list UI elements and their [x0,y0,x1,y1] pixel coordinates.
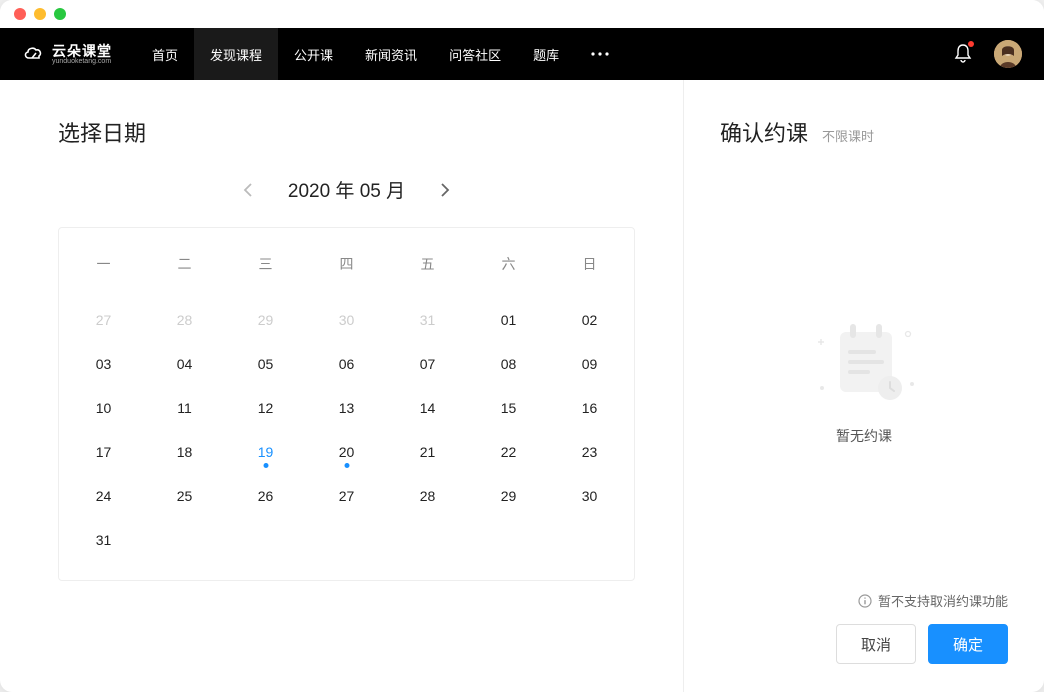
booking-actions: 取消 确定 [720,624,1008,664]
calendar-day[interactable]: 23 [549,430,630,474]
calendar-day[interactable]: 17 [63,430,144,474]
calendar-day[interactable]: 02 [549,298,630,342]
booking-title: 确认约课 [720,116,808,148]
nav-items: 首页发现课程公开课新闻资讯问答社区题库 [136,28,575,80]
nav-item-0[interactable]: 首页 [136,28,194,80]
logo-text-en: yunduoketang.com [52,58,112,65]
logo-text-cn: 云朵课堂 [52,44,112,58]
weekday-header: 一 [63,236,144,298]
booking-empty-state: 暂无约课 [720,172,1008,591]
calendar-day[interactable]: 29 [468,474,549,518]
window-title-bar [0,0,1044,28]
content-area: 选择日期 2020 年 05 月 一二三四五六日2728293031010203… [0,80,1044,692]
logo[interactable]: 云朵课堂 yunduoketang.com [22,42,112,66]
calendar-day[interactable]: 07 [387,342,468,386]
booking-subtitle: 不限课时 [822,126,874,145]
calendar-day[interactable]: 27 [306,474,387,518]
window-maximize-button[interactable] [54,8,66,20]
calendar-day[interactable]: 01 [468,298,549,342]
chevron-right-icon [440,183,450,197]
calendar-day[interactable]: 05 [225,342,306,386]
booking-note-text: 暂不支持取消约课功能 [878,591,1008,610]
prev-month-button[interactable] [236,178,260,202]
weekday-header: 四 [306,236,387,298]
next-month-button[interactable] [433,178,457,202]
calendar-day[interactable]: 22 [468,430,549,474]
calendar-day: 27 [63,298,144,342]
calendar-day[interactable]: 31 [63,518,144,562]
nav-more[interactable] [575,52,625,56]
app-window: 云朵课堂 yunduoketang.com 首页发现课程公开课新闻资讯问答社区题… [0,0,1044,692]
logo-icon [22,42,46,66]
nav-item-2[interactable]: 公开课 [278,28,349,80]
window-close-button[interactable] [14,8,26,20]
calendar-day[interactable]: 21 [387,430,468,474]
calendar-day[interactable]: 19 [225,430,306,474]
info-icon [858,594,872,608]
window-minimize-button[interactable] [34,8,46,20]
empty-illustration [804,318,924,408]
event-dot [263,463,268,468]
calendar-day[interactable]: 04 [144,342,225,386]
top-nav: 云朵课堂 yunduoketang.com 首页发现课程公开课新闻资讯问答社区题… [0,28,1044,80]
calendar-day[interactable]: 08 [468,342,549,386]
user-avatar[interactable] [994,40,1022,68]
nav-item-4[interactable]: 问答社区 [433,28,517,80]
calendar-day[interactable]: 18 [144,430,225,474]
weekday-header: 六 [468,236,549,298]
calendar-day[interactable]: 13 [306,386,387,430]
calendar-day[interactable]: 30 [549,474,630,518]
calendar-day: 30 [306,298,387,342]
calendar-month-label: 2020 年 05 月 [288,176,405,203]
date-picker-title: 选择日期 [58,116,635,148]
chevron-left-icon [243,183,253,197]
booking-note: 暂不支持取消约课功能 [720,591,1008,610]
calendar-day[interactable]: 09 [549,342,630,386]
event-dot [344,463,349,468]
calendar-day[interactable]: 12 [225,386,306,430]
weekday-header: 日 [549,236,630,298]
calendar-day[interactable]: 06 [306,342,387,386]
booking-header: 确认约课 不限课时 [720,116,1008,148]
calendar-day: 28 [144,298,225,342]
calendar-day: 29 [225,298,306,342]
booking-panel: 确认约课 不限课时 [684,80,1044,692]
weekday-header: 二 [144,236,225,298]
nav-item-3[interactable]: 新闻资讯 [349,28,433,80]
date-picker-panel: 选择日期 2020 年 05 月 一二三四五六日2728293031010203… [0,80,684,692]
calendar-grid: 一二三四五六日272829303101020304050607080910111… [58,227,635,581]
calendar-day: 31 [387,298,468,342]
weekday-header: 五 [387,236,468,298]
calendar-day[interactable]: 03 [63,342,144,386]
calendar-day[interactable]: 20 [306,430,387,474]
calendar-day[interactable]: 25 [144,474,225,518]
weekday-header: 三 [225,236,306,298]
calendar-day[interactable]: 10 [63,386,144,430]
calendar-day[interactable]: 16 [549,386,630,430]
calendar-day[interactable]: 11 [144,386,225,430]
notification-dot [968,41,974,47]
cancel-button[interactable]: 取消 [836,624,916,664]
nav-item-5[interactable]: 题库 [517,28,575,80]
calendar-day[interactable]: 26 [225,474,306,518]
calendar-day[interactable]: 24 [63,474,144,518]
notification-bell[interactable] [954,43,972,66]
calendar-day[interactable]: 28 [387,474,468,518]
nav-item-1[interactable]: 发现课程 [194,28,278,80]
calendar-day[interactable]: 15 [468,386,549,430]
calendar-header: 2020 年 05 月 [58,176,635,203]
calendar-day[interactable]: 14 [387,386,468,430]
confirm-button[interactable]: 确定 [928,624,1008,664]
empty-text: 暂无约课 [836,426,892,446]
